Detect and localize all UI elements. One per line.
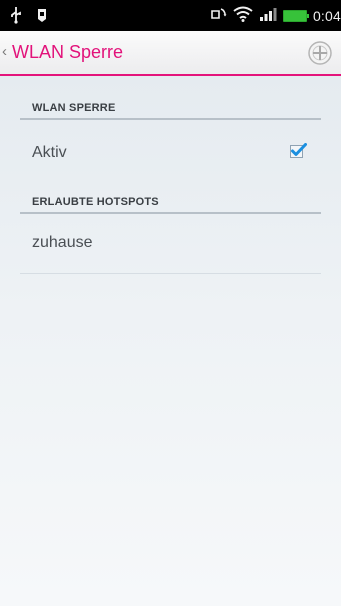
page-title[interactable]: WLAN Sperre <box>12 41 123 63</box>
section-header-label: WLAN SPERRE <box>32 102 116 114</box>
signal-icon <box>259 7 277 26</box>
status-bar: 0:04 <box>0 0 341 31</box>
list-item-hotspot[interactable]: zuhause <box>32 234 93 252</box>
settings-content: WLAN SPERRE Aktiv ERLAUBTE HOTSPOTS zuha… <box>0 76 341 606</box>
action-bar: ‹ WLAN Sperre <box>0 31 341 76</box>
status-time: 0:04 <box>312 8 341 24</box>
status-left-icons <box>8 6 50 29</box>
section-header-label: ERLAUBTE HOTSPOTS <box>32 196 159 208</box>
section-header-erlaubte-hotspots: ERLAUBTE HOTSPOTS <box>20 190 321 214</box>
notification-icon <box>34 6 50 29</box>
back-chevron-icon[interactable]: ‹ <box>2 43 7 61</box>
usb-icon <box>8 6 24 29</box>
status-right-icons: 0:04 <box>209 5 341 27</box>
section-header-wlan-sperre: WLAN SPERRE <box>20 96 321 120</box>
add-circle-icon[interactable] <box>307 40 333 66</box>
battery-icon <box>282 10 309 22</box>
wifi-icon <box>233 6 253 27</box>
rotation-icon <box>209 5 227 28</box>
list-divider <box>20 273 321 274</box>
row-aktiv-label[interactable]: Aktiv <box>32 144 67 162</box>
aktiv-checkbox[interactable] <box>290 143 307 158</box>
